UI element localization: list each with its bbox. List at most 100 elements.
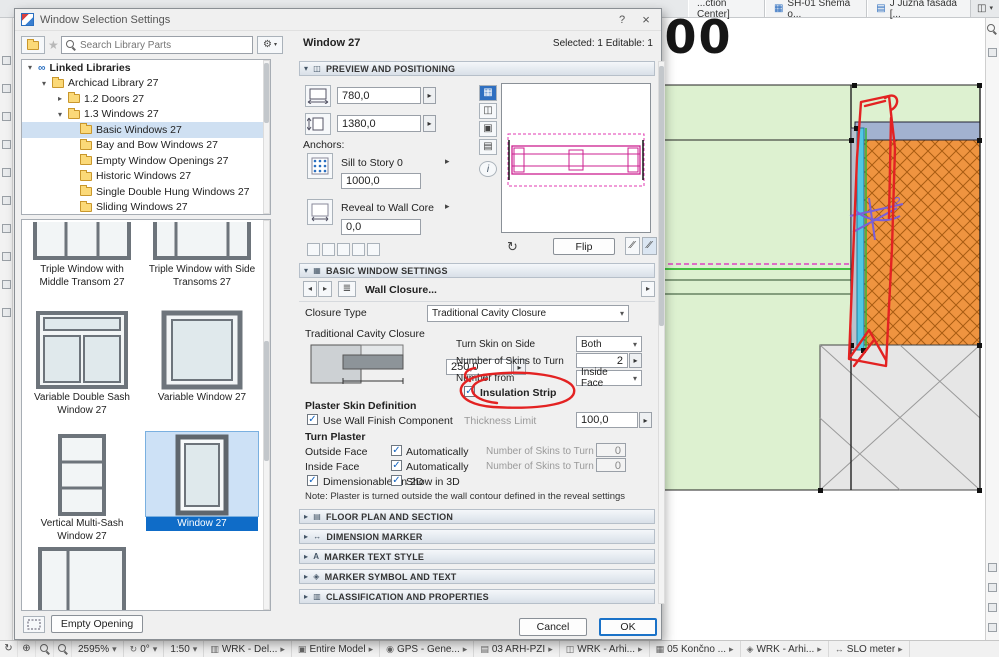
favorites-star-icon[interactable] [48,39,59,51]
renovation-filter-control[interactable]: 05 Končno ... [650,641,741,657]
sill-anchor-label[interactable]: Sill to Story 0 [341,157,403,169]
width-stepper-button[interactable] [423,87,436,104]
subpage-forward-button[interactable] [641,281,655,297]
number-from-dropdown[interactable]: Inside Face [576,367,642,389]
tool-icon[interactable] [2,112,11,121]
preview-mode-plan-button[interactable] [479,85,497,101]
flip-button[interactable]: Flip [553,238,615,255]
library-view-mode-button[interactable] [21,36,45,54]
thickness-limit-field[interactable] [576,412,638,428]
settings-scrollbar[interactable] [658,61,665,604]
thumbnail-variable-window[interactable]: Variable Window 27 [146,308,258,405]
tool-icon[interactable] [2,140,11,149]
skins-to-turn-field[interactable]: 2 [576,353,628,368]
ok-button[interactable]: OK [599,618,657,636]
chevron-down-icon[interactable] [40,79,48,88]
layout-page-icon[interactable] [988,583,997,592]
scrollbar-thumb[interactable] [659,66,664,326]
scrollbar-thumb[interactable] [264,341,269,461]
sill-height-field[interactable] [341,173,421,189]
tool-icon[interactable] [988,48,997,57]
thumbnail-window-27-selected[interactable]: Window 27 [145,431,259,531]
tree-item-windows[interactable]: 1.3 Windows 27 [22,107,270,123]
display-option-icon[interactable] [367,243,380,256]
thumbnail-triple-middle-transom[interactable]: Triple Window with Middle Transom 27 [26,220,138,289]
chevron-right-icon[interactable] [56,94,64,103]
pen-set-control[interactable]: 03 ARH-PZI [474,641,560,657]
tool-icon[interactable] [2,224,11,233]
tool-icon[interactable] [2,252,11,261]
tree-item-single-double-hung[interactable]: Single Double Hung Windows 27 [22,184,270,200]
closure-type-dropdown[interactable]: Traditional Cavity Closure [427,305,629,322]
scale-control[interactable]: 1:50 [164,641,205,657]
graphic-override-control[interactable]: WRK - Arhi... [741,641,829,657]
search-input[interactable] [80,39,248,51]
info-button[interactable]: i [479,161,497,177]
section-classification-properties[interactable]: CLASSIFICATION AND PROPERTIES [299,589,655,604]
width-field[interactable] [337,87,421,104]
height-field[interactable] [337,115,421,132]
orientation-compass-icon[interactable] [507,240,518,253]
dimension-units-control[interactable]: SLO meter [829,641,910,657]
tab-interaction-center[interactable]: ...ction Center] [688,0,765,20]
tree-item-basic-windows[interactable]: Basic Windows 27 [22,122,270,138]
turn-skin-dropdown[interactable]: Both [576,336,642,352]
tab-overflow-button[interactable] [971,0,999,17]
structure-display-control[interactable]: Entire Model [292,641,381,657]
use-wall-finish-checkbox[interactable] [307,414,318,425]
subpage-prev-button[interactable] [303,281,317,297]
display-option-icon[interactable] [307,243,320,256]
preview-mode-3d-button[interactable] [479,121,497,137]
subpage-next-button[interactable] [318,281,332,297]
zoom-level-control[interactable]: 2595% [72,641,124,657]
insulation-strip-checkbox[interactable] [464,386,475,397]
help-button[interactable]: ? [613,14,631,26]
subpage-title[interactable]: Wall Closure... [365,284,437,296]
preview-pane[interactable] [501,83,651,233]
tool-icon[interactable] [2,56,11,65]
cad-drawing-canvas[interactable]: 2 [655,18,985,640]
sill-anchor-menu-icon[interactable] [445,157,450,166]
zoom-tool-icon[interactable] [987,24,997,34]
tree-item-doors[interactable]: 1.2 Doors 27 [22,91,270,107]
layout-page-icon[interactable] [988,563,997,572]
preview-mode-elevation-button[interactable] [479,103,497,119]
show-in-3d-checkbox[interactable] [391,475,402,486]
reveal-depth-field[interactable] [341,219,421,235]
tree-item-historic-windows[interactable]: Historic Windows 27 [22,169,270,185]
tree-scrollbar[interactable] [263,60,270,214]
mirror-right-button[interactable] [642,237,657,255]
cancel-button[interactable]: Cancel [519,618,587,636]
display-option-icon[interactable] [322,243,335,256]
zoom-in-button[interactable] [36,641,54,657]
section-dimension-marker[interactable]: DIMENSION MARKER [299,529,655,544]
display-option-icon[interactable] [352,243,365,256]
chevron-down-icon[interactable] [56,110,64,119]
subpage-list-button[interactable] [338,281,356,297]
thumbnail-partial[interactable] [26,545,138,610]
tree-item-sliding-windows[interactable]: Sliding Windows 27 [22,200,270,215]
section-marker-symbol-and-text[interactable]: MARKER SYMBOL AND TEXT [299,569,655,584]
thumbnail-variable-double-sash[interactable]: Variable Double Sash Window 27 [26,308,138,417]
scrollbar-thumb[interactable] [264,63,269,123]
tree-item-linked-libraries[interactable]: Linked Libraries [22,60,270,76]
dialog-title-bar[interactable]: Window Selection Settings ? × [15,9,661,31]
section-floor-plan-and-section[interactable]: FLOOR PLAN AND SECTION [299,509,655,524]
orientation-control[interactable]: 0° [124,641,165,657]
display-option-icon[interactable] [337,243,350,256]
position-control[interactable]: GPS - Gene... [380,641,475,657]
layout-page-icon[interactable] [988,603,997,612]
empty-opening-button[interactable]: Empty Opening [51,615,143,633]
tool-icon[interactable] [2,168,11,177]
thickness-limit-stepper[interactable] [639,412,652,428]
skins-to-turn-stepper[interactable] [629,353,642,368]
layer-combination-control[interactable]: WRK - Del... [204,641,292,657]
tool-icon[interactable] [2,308,11,317]
reveal-anchor-menu-icon[interactable] [445,202,450,211]
tree-item-bay-bow-windows[interactable]: Bay and Bow Windows 27 [22,138,270,154]
orbit-icon[interactable] [0,641,18,657]
library-settings-button[interactable] [257,36,283,54]
outside-face-auto-checkbox[interactable] [391,445,402,456]
layout-page-icon[interactable] [988,623,997,632]
model-view-control[interactable]: WRK - Arhi... [560,641,650,657]
